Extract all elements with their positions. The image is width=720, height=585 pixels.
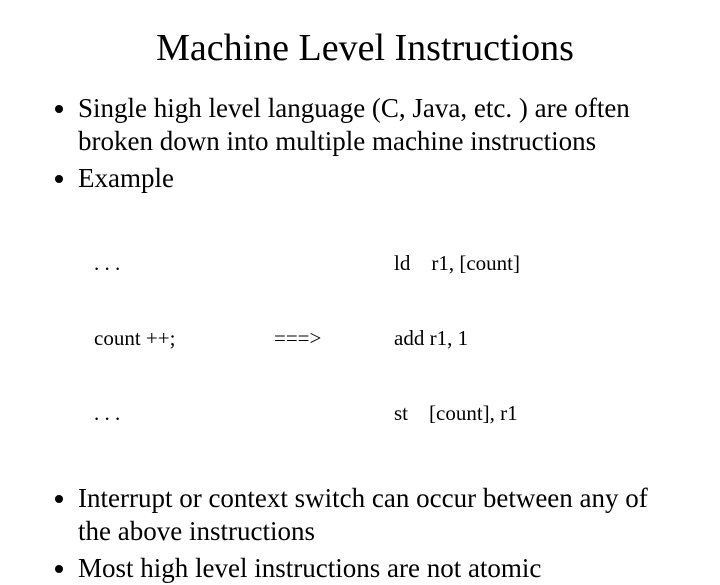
slide-title: Machine Level Instructions	[50, 26, 680, 70]
arrow-column: ===>	[274, 276, 394, 401]
asm-line-1: ld r1, [count]	[394, 251, 614, 276]
bullet-4: Most high level instructions are not ato…	[78, 552, 680, 585]
source-line-3: . . .	[94, 401, 274, 426]
asm-line-3: st [count], r1	[394, 401, 614, 426]
arrow: ===>	[274, 326, 394, 351]
bullet-2: Example	[78, 162, 680, 195]
bullet-list: Single high level language (C, Java, etc…	[50, 92, 680, 195]
source-code-column: . . . count ++; . . .	[94, 201, 274, 476]
bullet-1: Single high level language (C, Java, etc…	[78, 92, 680, 158]
slide: Machine Level Instructions Single high l…	[0, 0, 720, 540]
assembly-column: ld r1, [count] add r1, 1 st [count], r1	[394, 201, 614, 476]
example-block: . . . count ++; . . . ===> ld r1, [count…	[94, 201, 680, 476]
source-line-2: count ++;	[94, 326, 274, 351]
bullet-list-2: Interrupt or context switch can occur be…	[50, 482, 680, 585]
asm-line-2: add r1, 1	[394, 326, 614, 351]
bullet-3: Interrupt or context switch can occur be…	[78, 482, 680, 548]
source-line-1: . . .	[94, 251, 274, 276]
